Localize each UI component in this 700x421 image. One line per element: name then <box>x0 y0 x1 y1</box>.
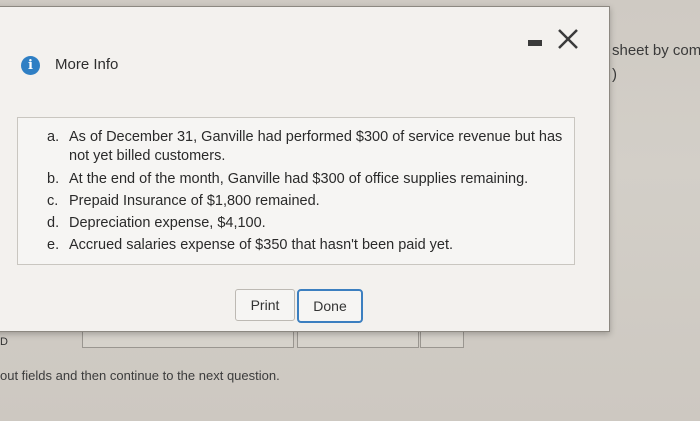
background-paren-fragment: ) <box>612 66 617 83</box>
item-letter: c. <box>47 193 59 209</box>
modal-title: More Info <box>55 56 119 73</box>
more-info-modal: i More Info a. As of December 31, Ganvill… <box>0 6 610 332</box>
list-item-d: d. Depreciation expense, $4,100. <box>47 215 266 231</box>
item-letter: b. <box>47 171 60 187</box>
background-heading-fragment: sheet by com <box>612 42 700 59</box>
item-letter: a. <box>47 129 60 145</box>
close-button[interactable] <box>553 24 583 54</box>
list-item-e: e. Accrued salaries expense of $350 that … <box>47 237 453 253</box>
print-button[interactable]: Print <box>235 289 295 321</box>
done-button[interactable]: Done <box>297 289 363 323</box>
list-item-c: c. Prepaid Insurance of $1,800 remained. <box>47 193 320 209</box>
item-text: As of December 31, Ganville had performe… <box>69 129 563 145</box>
item-text: At the end of the month, Ganville had $3… <box>69 171 529 187</box>
item-letter: e. <box>47 237 60 253</box>
close-icon <box>558 29 578 49</box>
item-letter: d. <box>47 215 60 231</box>
list-item-a-continued: not yet billed customers. <box>69 148 226 164</box>
info-icon: i <box>21 56 40 75</box>
list-item-a: a. As of December 31, Ganville had perfor… <box>47 129 562 145</box>
list-item-b: b. At the end of the month, Ganville had … <box>47 171 528 187</box>
item-text: Prepaid Insurance of $1,800 remained. <box>69 193 320 209</box>
minimize-button[interactable] <box>528 40 542 46</box>
instruction-text: out fields and then continue to the next… <box>0 368 280 383</box>
item-text: Accrued salaries expense of $350 that ha… <box>69 237 454 253</box>
item-text: Depreciation expense, $4,100. <box>69 215 266 231</box>
left-text-fragment: D <box>0 336 8 348</box>
